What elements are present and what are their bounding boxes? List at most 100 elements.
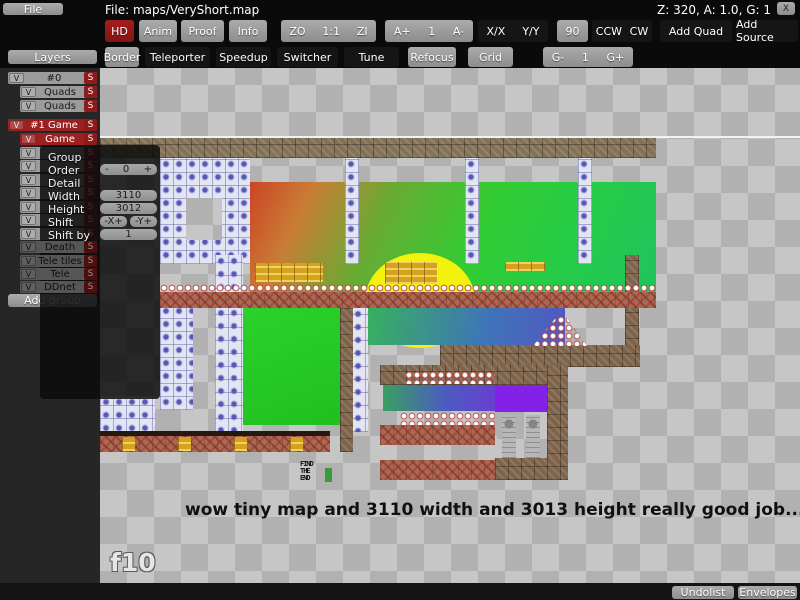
layer-visibility-toggle[interactable]: V	[9, 120, 24, 130]
map-block-gold-1	[255, 263, 323, 282]
layer-row[interactable]: VDeathS	[20, 241, 97, 253]
layer-visibility-toggle[interactable]: V	[21, 229, 36, 239]
rotate-ccw-button[interactable]: CCW	[596, 25, 622, 38]
switcher-button[interactable]: Switcher	[277, 47, 338, 67]
layer-shared-button[interactable]: S	[84, 100, 97, 112]
layer-visibility-toggle[interactable]: V	[21, 202, 36, 212]
refocus-button[interactable]: Refocus	[408, 47, 456, 67]
find-the-end-green-tile	[325, 468, 332, 482]
grid-button[interactable]: Grid	[468, 47, 513, 67]
layer-shared-button[interactable]: S	[84, 268, 97, 280]
add-source-button[interactable]: Add Source	[736, 20, 798, 42]
order-plus-button[interactable]: +	[144, 164, 152, 175]
layer-visibility-toggle[interactable]: V	[21, 175, 36, 185]
file-menu-button[interactable]: File	[3, 3, 63, 15]
teleporter-button[interactable]: Teleporter	[145, 47, 210, 67]
zoom-out-button[interactable]: ZO	[289, 25, 305, 38]
layer-visibility-toggle[interactable]: V	[21, 188, 36, 198]
layer-row[interactable]: VTele tilesS	[20, 255, 97, 267]
layer-shared-button[interactable]: S	[84, 255, 97, 267]
grid-plus-button[interactable]: G+	[606, 51, 624, 64]
rotate-cw-button[interactable]: CW	[630, 25, 649, 38]
hd-toggle-button[interactable]: HD	[105, 20, 134, 42]
layer-row[interactable]: VQuadsS	[20, 86, 97, 98]
map-block-pillar-col-6	[352, 308, 368, 432]
layer-visibility-toggle[interactable]: V	[21, 87, 36, 97]
layer-visibility-toggle[interactable]: V	[21, 269, 36, 279]
map-quad-blue-band	[383, 385, 495, 411]
flip-x-button[interactable]: X/X	[487, 25, 506, 38]
height-value-field[interactable]: 3012	[100, 203, 157, 214]
map-block-wood-band-1	[440, 345, 640, 367]
grid-minus-button[interactable]: G-	[552, 51, 565, 64]
popup-order-label: Order	[48, 164, 79, 177]
add-quad-button[interactable]: Add Quad	[660, 20, 732, 42]
envelopes-button[interactable]: Envelopes	[738, 586, 797, 599]
map-block-pillar-col-5	[160, 305, 193, 410]
toolbar: HD Anim Proof Info ZO 1:1 ZI A+ 1 A- X/X…	[0, 18, 800, 68]
map-canvas[interactable]: FIND THE END wow tiny map and 3110 width…	[100, 68, 800, 583]
layer-row[interactable]: VDDnetS	[20, 281, 97, 293]
shiftby-value-field[interactable]: 1	[100, 229, 157, 240]
shift-y-button[interactable]: -Y+	[130, 216, 157, 227]
map-block-coin-row-1	[160, 284, 656, 292]
close-icon[interactable]: X	[777, 2, 795, 15]
status-zoom-anim-grid: Z: 320, A: 1.0, G: 1	[657, 3, 771, 17]
layer-row-label: #1 Game	[24, 120, 84, 131]
anim-slower-button[interactable]: A-	[453, 25, 464, 38]
layer-row[interactable]: VTeleS	[20, 268, 97, 280]
order-minus-button[interactable]: -	[105, 164, 109, 175]
layer-row[interactable]: V#0S	[8, 72, 97, 84]
layer-shared-button[interactable]: S	[84, 281, 97, 293]
zoom-reset-button[interactable]: 1:1	[322, 25, 340, 38]
proof-toggle-button[interactable]: Proof	[181, 20, 224, 42]
layer-visibility-toggle[interactable]: V	[21, 282, 36, 292]
shift-x-button[interactable]: -X+	[100, 216, 127, 227]
speedup-button[interactable]: Speedup	[216, 47, 271, 67]
menubar: File File: maps/VeryShort.map Z: 320, A:…	[0, 0, 800, 18]
layer-row-label: Tele	[36, 269, 84, 280]
layer-visibility-toggle[interactable]: V	[21, 161, 36, 171]
layer-visibility-toggle[interactable]: V	[21, 134, 36, 144]
bottom-bar: Undolist Envelopes	[0, 583, 800, 600]
popup-group-label: Group	[48, 151, 82, 164]
grid-size-value: 1	[582, 51, 589, 64]
map-block-pillar-col-4	[215, 255, 243, 432]
layer-visibility-toggle[interactable]: V	[21, 148, 36, 158]
layer-shared-button[interactable]: S	[84, 133, 97, 145]
zoom-in-button[interactable]: ZI	[357, 25, 368, 38]
border-button[interactable]: Border	[105, 47, 139, 67]
layer-shared-button[interactable]: S	[84, 72, 97, 84]
map-block-pillar-col-7	[100, 396, 155, 432]
zoom-level-indicator: f10	[110, 548, 156, 577]
map-block-dirt-band-2	[380, 425, 495, 445]
map-block-gold-2	[385, 262, 437, 284]
order-value: 0	[123, 164, 129, 175]
info-toggle-button[interactable]: Info	[229, 20, 267, 42]
layer-shared-button[interactable]: S	[84, 241, 97, 253]
layer-visibility-toggle[interactable]: V	[21, 215, 36, 225]
layer-visibility-toggle[interactable]: V	[21, 256, 36, 266]
flip-y-button[interactable]: Y/Y	[522, 25, 539, 38]
map-block-mid-col	[340, 305, 353, 452]
layer-row[interactable]: VQuadsS	[20, 100, 97, 112]
map-file-title: File: maps/VeryShort.map	[105, 3, 259, 17]
tune-button[interactable]: Tune	[344, 47, 399, 67]
layer-shared-button[interactable]: S	[84, 119, 97, 131]
layer-row[interactable]: VGameS	[20, 133, 97, 145]
map-block-gold-tile-4	[290, 437, 303, 451]
anim-toggle-button[interactable]: Anim	[139, 20, 177, 42]
order-stepper[interactable]: - 0 +	[100, 164, 157, 175]
width-value-field[interactable]: 3110	[100, 190, 157, 201]
rotate-amount-value[interactable]: 90	[557, 20, 588, 42]
layers-tab-button[interactable]: Layers	[8, 50, 97, 64]
layer-visibility-toggle[interactable]: V	[9, 73, 24, 83]
layer-shared-button[interactable]: S	[84, 86, 97, 98]
layer-row[interactable]: V#1 GameS	[8, 119, 97, 131]
undolist-button[interactable]: Undolist	[672, 586, 734, 599]
layer-visibility-toggle[interactable]: V	[21, 101, 36, 111]
rotate-group: CCW CW	[592, 20, 652, 42]
anim-faster-button[interactable]: A+	[394, 25, 411, 38]
layer-visibility-toggle[interactable]: V	[21, 242, 36, 252]
layer-row-label: Game	[36, 134, 84, 145]
